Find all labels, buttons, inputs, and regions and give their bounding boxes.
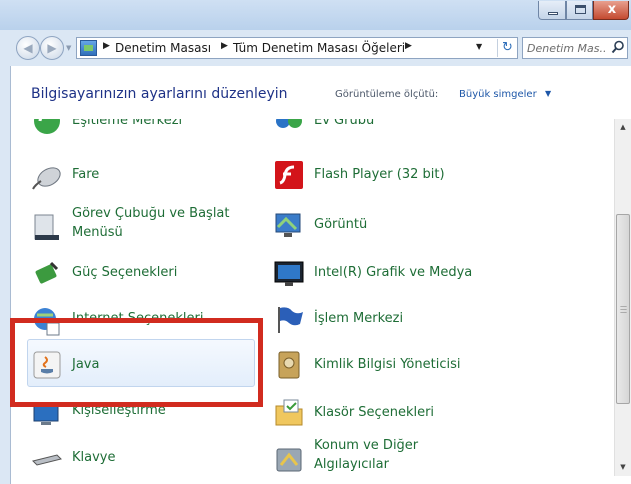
- view-by-dropdown-arrow-icon[interactable]: ▼: [545, 89, 551, 98]
- item-guc-secenekleri[interactable]: Güç Seçenekleri: [31, 257, 251, 293]
- title-bar: x: [0, 0, 631, 30]
- maximize-icon: [575, 5, 586, 14]
- item-goruntu[interactable]: Görüntü: [273, 209, 533, 245]
- minimize-icon: [548, 12, 558, 15]
- breadcrumb-separator-icon[interactable]: ▶: [405, 41, 412, 51]
- item-label: Intel(R) Grafik ve Medya: [314, 265, 473, 280]
- items-list: Eşitleme Merkezi Fare Görev Çubuğu ve Ba…: [11, 119, 615, 476]
- breadcrumb-separator-icon[interactable]: ▶: [221, 41, 228, 51]
- forward-arrow-icon: ▶: [47, 41, 57, 55]
- item-klasor-secenekleri[interactable]: Klasör Seçenekleri: [273, 397, 533, 433]
- refresh-button[interactable]: ↻: [497, 39, 517, 57]
- keyboard-icon: [32, 454, 62, 466]
- recent-pages-dropdown-icon[interactable]: ▼: [66, 44, 71, 52]
- item-label: Klavye: [72, 450, 116, 465]
- back-button[interactable]: ◀: [16, 36, 40, 60]
- item-label: Görüntü: [314, 217, 368, 232]
- page-title: Bilgisayarınızın ayarlarını düzenleyin: [31, 86, 288, 102]
- item-ev-grubu[interactable]: Ev Grubu: [273, 119, 533, 141]
- scrollbar-thumb[interactable]: — — —: [616, 214, 630, 404]
- scroll-down-icon[interactable]: ▼: [615, 459, 631, 475]
- forward-button[interactable]: ▶: [40, 36, 64, 60]
- minimize-button[interactable]: [538, 1, 566, 20]
- credential-manager-icon: [278, 351, 300, 379]
- view-by-label: Görüntüleme ölçütü:: [335, 89, 439, 100]
- item-label: Fare: [72, 167, 100, 182]
- item-konum-ve-diger[interactable]: Konum ve Diğer Algılayıcılar: [273, 437, 533, 476]
- item-label: Eşitleme Merkezi: [72, 119, 183, 128]
- item-fare[interactable]: Fare: [31, 159, 251, 195]
- breadcrumb-tum-ogeler[interactable]: Tüm Denetim Masası Öğeleri: [233, 41, 405, 55]
- breadcrumb-separator-icon[interactable]: ▶: [103, 41, 110, 51]
- item-label: İşlem Merkezi: [314, 311, 404, 326]
- item-flash-player[interactable]: Flash Player (32 bit): [273, 159, 533, 195]
- flash-player-icon: [275, 161, 303, 189]
- breadcrumb-denetim-masasi[interactable]: Denetim Masası: [115, 41, 211, 55]
- item-label: Flash Player (32 bit): [314, 167, 445, 182]
- taskbar-icon: [34, 214, 59, 240]
- control-panel-window: x ◀ ▶ ▼ ▶ Denetim Masası ▶ Tüm Denetim M…: [0, 0, 631, 484]
- search-box[interactable]: [522, 37, 628, 59]
- item-label: Ev Grubu: [314, 119, 375, 128]
- mouse-icon: [32, 167, 61, 190]
- close-icon: x: [607, 2, 617, 17]
- intel-graphics-icon: [274, 261, 304, 286]
- view-by-dropdown[interactable]: Büyük simgeler: [459, 89, 537, 100]
- item-klavye[interactable]: Klavye: [31, 441, 251, 476]
- java-highlight-annotation: [10, 318, 263, 407]
- navigation-bar: ◀ ▶ ▼ ▶ Denetim Masası ▶ Tüm Denetim Mas…: [0, 30, 631, 66]
- item-label: Görev Çubuğu ve Başlat: [72, 206, 230, 221]
- sync-center-icon: [34, 119, 60, 134]
- item-label-line2: Algılayıcılar: [314, 457, 389, 472]
- search-input[interactable]: [527, 40, 607, 56]
- location-sensors-icon: [276, 448, 302, 472]
- action-center-icon: [278, 307, 303, 333]
- item-label: Konum ve Diğer: [314, 438, 419, 453]
- back-arrow-icon: ◀: [23, 41, 33, 55]
- close-button[interactable]: x: [593, 1, 629, 20]
- control-panel-icon: [80, 40, 97, 56]
- address-dropdown-icon[interactable]: ▼: [476, 42, 482, 51]
- maximize-button[interactable]: [566, 1, 593, 20]
- item-intel-grafik[interactable]: Intel(R) Grafik ve Medya: [273, 257, 533, 293]
- address-bar[interactable]: ▶ Denetim Masası ▶ Tüm Denetim Masası Öğ…: [76, 37, 518, 59]
- item-islem-merkezi[interactable]: İşlem Merkezi: [273, 303, 533, 339]
- item-label: Kimlik Bilgisi Yöneticisi: [314, 357, 461, 372]
- search-icon[interactable]: [611, 40, 625, 54]
- vertical-scrollbar[interactable]: ▲ — — — ▼: [614, 119, 631, 476]
- scroll-up-icon[interactable]: ▲: [615, 119, 631, 135]
- folder-options-icon: [275, 399, 303, 426]
- content-pane: Bilgisayarınızın ayarlarını düzenleyin G…: [10, 66, 631, 484]
- item-label: Klasör Seçenekleri: [314, 405, 435, 420]
- grip-icon: — — —: [620, 302, 627, 316]
- item-label: Güç Seçenekleri: [72, 265, 178, 280]
- power-options-icon: [35, 261, 59, 284]
- item-eslitleme-merkezi[interactable]: Eşitleme Merkezi: [31, 119, 251, 141]
- refresh-icon: ↻: [502, 40, 513, 55]
- display-icon: [275, 213, 301, 237]
- item-label-line2: Menüsü: [72, 225, 123, 240]
- item-kimlik-bilgisi[interactable]: Kimlik Bilgisi Yöneticisi: [273, 349, 533, 385]
- homegroup-icon: [276, 119, 302, 128]
- item-gorev-cubugu[interactable]: Görev Çubuğu ve Başlat Menüsü: [31, 205, 251, 249]
